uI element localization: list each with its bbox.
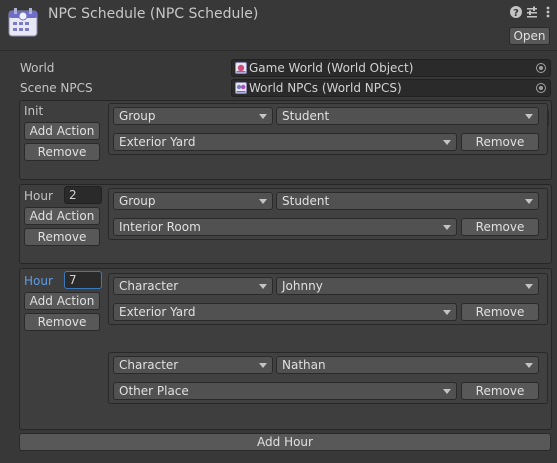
action-type-value: Group [119,109,156,123]
world-field-value: Game World (World Object) [249,61,414,75]
action-type-value: Character [119,358,179,372]
action-type-dropdown[interactable]: Character [113,277,273,295]
hour-input[interactable]: 7 [64,271,102,289]
action-type-dropdown[interactable]: Character [113,356,273,374]
action-target-dropdown[interactable]: Student [276,107,539,125]
action-target-value: Nathan [282,358,326,372]
chevron-down-icon [525,284,533,289]
action-location-dropdown[interactable]: Interior Room [113,218,457,236]
action-location-value: Other Place [119,384,189,398]
entry-label: Hour [24,189,53,203]
help-icon[interactable]: ? [509,5,523,19]
remove-action-button[interactable]: Remove [461,133,539,151]
remove-entry-button[interactable]: Remove [24,228,100,246]
chevron-down-icon [525,363,533,368]
object-picker-icon[interactable] [536,63,546,73]
action-target-value: Student [282,194,330,208]
npc-schedule-asset-icon [8,7,38,37]
chevron-down-icon [525,114,533,119]
action-type-dropdown[interactable]: Group [113,107,273,125]
action-target-value: Student [282,109,330,123]
chevron-down-icon [259,199,267,204]
add-action-button[interactable]: Add Action [24,207,100,225]
action-location-value: Interior Room [119,220,201,234]
world-label: World [20,61,55,75]
action-location-dropdown[interactable]: Exterior Yard [113,133,457,151]
chevron-down-icon [443,310,451,315]
chevron-down-icon [525,199,533,204]
remove-action-button[interactable]: Remove [461,303,539,321]
scene-npcs-field[interactable]: World NPCs (World NPCS) [231,79,551,97]
action-type-value: Character [119,279,179,293]
add-action-button[interactable]: Add Action [24,292,100,310]
header-divider [0,50,557,51]
world-object-icon [235,62,247,74]
action-target-dropdown[interactable]: Student [276,192,539,210]
kebab-menu-icon[interactable] [541,5,555,19]
open-button[interactable]: Open [509,27,550,45]
action-target-value: Johnny [282,279,323,293]
add-hour-button[interactable]: Add Hour [19,433,551,451]
remove-entry-button[interactable]: Remove [24,313,100,331]
svg-text:?: ? [513,8,519,19]
action-target-dropdown[interactable]: Johnny [276,277,539,295]
settings-sliders-icon[interactable] [525,5,539,19]
resize-handle[interactable] [544,108,552,128]
action-location-value: Exterior Yard [119,305,196,319]
action-location-value: Exterior Yard [119,135,196,149]
chevron-down-icon [443,140,451,145]
action-type-value: Group [119,194,156,208]
scene-npcs-field-value: World NPCs (World NPCS) [249,81,402,95]
action-type-dropdown[interactable]: Group [113,192,273,210]
window-title: NPC Schedule (NPC Schedule) [48,6,259,22]
object-picker-icon[interactable] [536,83,546,93]
chevron-down-icon [443,225,451,230]
hour-input[interactable]: 2 [64,186,102,204]
chevron-down-icon [259,114,267,119]
action-location-dropdown[interactable]: Other Place [113,382,457,400]
add-action-button[interactable]: Add Action [24,122,100,140]
remove-action-button[interactable]: Remove [461,382,539,400]
entry-label: Init [24,104,44,118]
action-target-dropdown[interactable]: Nathan [276,356,539,374]
chevron-down-icon [259,363,267,368]
remove-action-button[interactable]: Remove [461,218,539,236]
chevron-down-icon [259,284,267,289]
world-field[interactable]: Game World (World Object) [231,59,551,77]
world-npcs-icon [235,82,247,94]
entry-label: Hour [24,274,53,288]
scene-npcs-label: Scene NPCS [20,81,93,95]
remove-entry-button[interactable]: Remove [24,143,100,161]
chevron-down-icon [443,389,451,394]
action-location-dropdown[interactable]: Exterior Yard [113,303,457,321]
